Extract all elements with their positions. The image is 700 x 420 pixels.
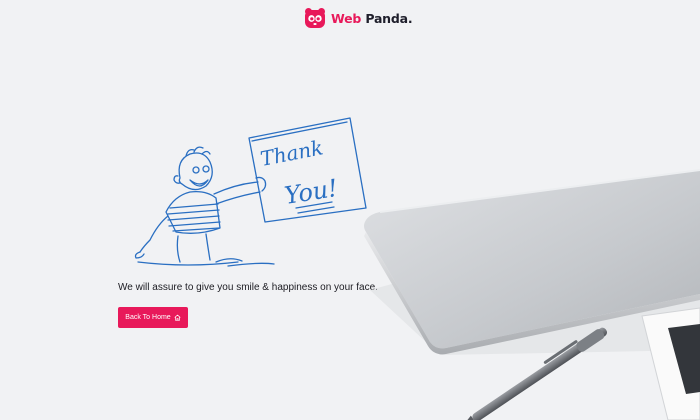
brand-name-part2: Panda. <box>361 10 413 26</box>
brand-name-part1: Web <box>331 10 362 26</box>
header: Web Panda. <box>0 0 700 36</box>
back-to-home-button[interactable]: Back To Home <box>118 307 188 328</box>
panda-logo-icon <box>305 8 325 28</box>
brand-name: Web Panda. <box>331 10 413 26</box>
logo[interactable]: Web Panda. <box>304 7 413 29</box>
tagline: We will assure to give you smile & happi… <box>118 282 378 293</box>
sign-text-you: You! <box>283 174 340 210</box>
thank-you-illustration: Thank You! <box>134 117 367 267</box>
sign-text-thank: Thank <box>258 135 325 171</box>
home-icon <box>174 314 181 321</box>
back-to-home-label: Back To Home <box>125 314 171 321</box>
laptop-pen-tablet-photo <box>364 169 700 420</box>
